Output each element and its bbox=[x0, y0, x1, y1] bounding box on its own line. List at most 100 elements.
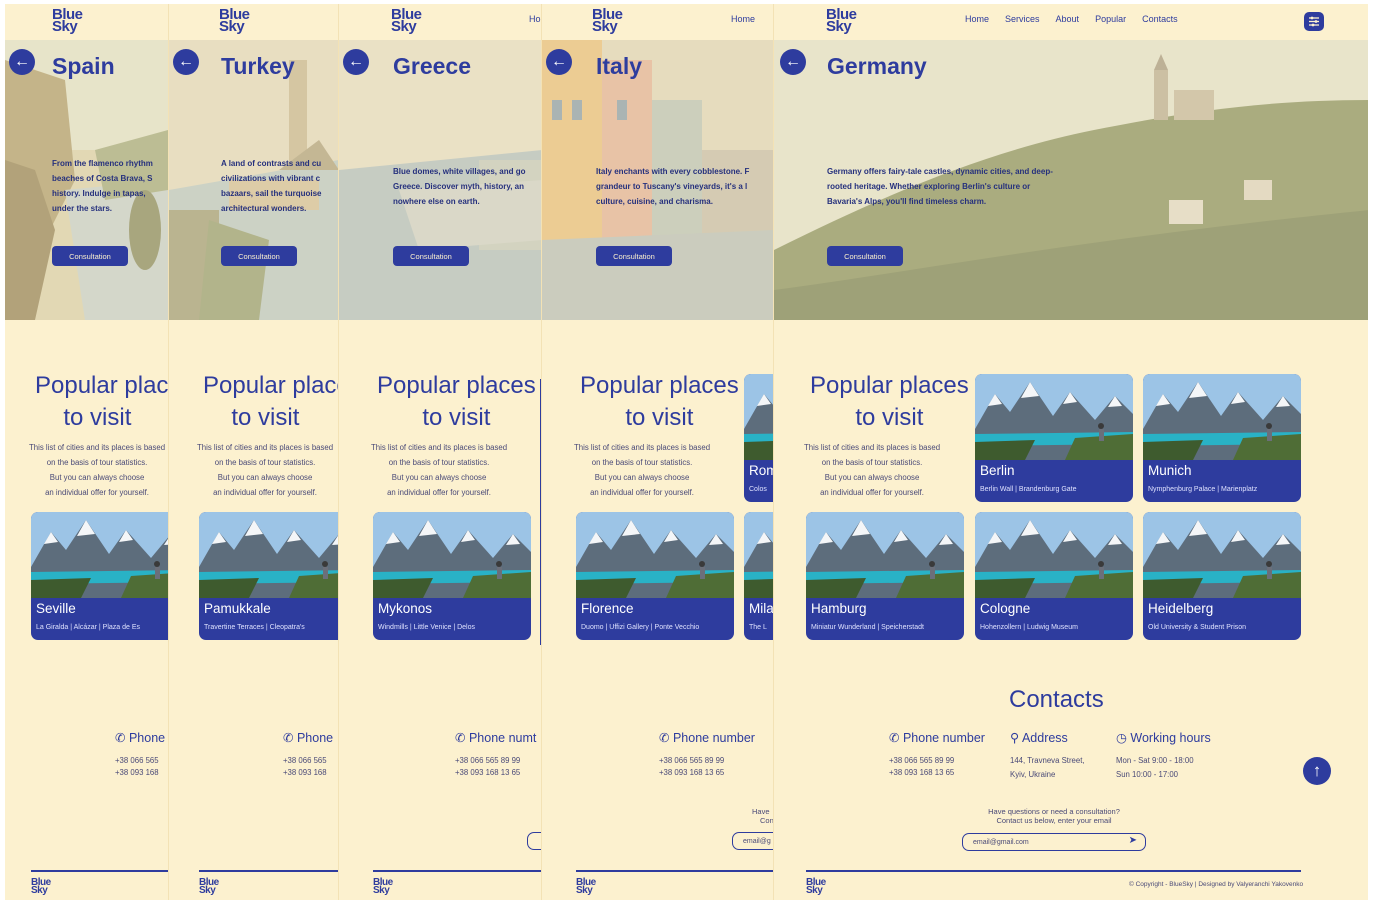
clock-icon: ◷ bbox=[1116, 731, 1127, 745]
popular-description: This list of cities and its places is ba… bbox=[804, 443, 941, 497]
nav-home[interactable]: Home bbox=[731, 14, 755, 24]
phone-label: ✆ Phone bbox=[115, 731, 166, 745]
consultation-button[interactable]: Consultation bbox=[827, 246, 903, 266]
hero-text: From the flamenco rhythm beaches of Cost… bbox=[52, 159, 153, 213]
phone-icon: ✆ bbox=[283, 731, 294, 745]
consultation-button[interactable]: Consultation bbox=[596, 246, 672, 266]
place-photo bbox=[975, 374, 1133, 460]
phone-icon: ✆ bbox=[115, 731, 126, 745]
place-card-cologne[interactable]: Cologne Hohenzollern | Ludwig Museum bbox=[975, 512, 1133, 640]
logo[interactable]: Blue Sky bbox=[826, 7, 857, 35]
email-input[interactable]: email@gmail.com ➤ bbox=[962, 833, 1146, 851]
logo[interactable]: Blue Sky bbox=[52, 7, 83, 35]
place-card-milan[interactable]: Mila The L bbox=[744, 512, 773, 640]
panel-turkey: Blue Sky ← Turkey A land of contrasts and… bbox=[168, 4, 338, 900]
hero-title: Italy bbox=[596, 53, 643, 79]
back-button[interactable]: ← bbox=[546, 49, 572, 75]
logo[interactable]: Blue Sky bbox=[391, 7, 422, 35]
nav-home[interactable]: Home bbox=[965, 14, 989, 24]
panel-spain: Blue Sky ← Spain From the flamenco rhythm… bbox=[5, 4, 168, 900]
address-label: ⚲ Address bbox=[1010, 731, 1068, 745]
navbar: Home Services About Popular Contacts bbox=[965, 14, 1178, 24]
footer-logo[interactable]: Blue Sky bbox=[373, 877, 393, 895]
footer-logo[interactable]: Blue Sky bbox=[31, 877, 51, 895]
consultation-button[interactable]: Consultation bbox=[393, 246, 469, 266]
phone-label: ✆ Phone number bbox=[659, 731, 755, 745]
popular-description: This list of cities and its places is ba… bbox=[371, 443, 508, 497]
screenshot-collage: Blue Sky ← Spain From the flamenco rhythm… bbox=[5, 4, 1368, 900]
contacts-title: Contacts bbox=[1009, 686, 1104, 713]
footer-divider bbox=[199, 870, 338, 872]
hero-text: Italy enchants with every cobblestone. F… bbox=[596, 167, 750, 206]
popular-description: This list of cities and its places is ba… bbox=[197, 443, 334, 497]
place-photo bbox=[1143, 374, 1301, 460]
back-button[interactable]: ← bbox=[780, 49, 806, 75]
place-card-mykonos[interactable]: Mykonos Windmills | Little Venice | Delo… bbox=[373, 512, 531, 640]
location-pin-icon: ⚲ bbox=[1010, 731, 1020, 745]
back-button[interactable]: ← bbox=[343, 49, 369, 75]
footer-logo[interactable]: Blue Sky bbox=[806, 877, 826, 895]
popular-description: This list of cities and its places is ba… bbox=[29, 443, 166, 497]
nav-about[interactable]: About bbox=[1056, 14, 1080, 24]
hero-title: Spain bbox=[52, 53, 115, 79]
consultation-button[interactable]: Consultation bbox=[52, 246, 128, 266]
back-button[interactable]: ← bbox=[9, 49, 35, 75]
footer-divider bbox=[576, 870, 773, 872]
place-card-berlin[interactable]: Berlin Berlin Wall | Brandenburg Gate bbox=[975, 374, 1133, 502]
place-card-pamukkale[interactable]: Pamukkale Travertine Terraces | Cleopatr… bbox=[199, 512, 338, 640]
place-photo bbox=[744, 512, 773, 598]
place-photo bbox=[373, 512, 531, 598]
hero-text: Germany offers fairy-tale castles, dynam… bbox=[827, 167, 1053, 206]
scroll-up-button[interactable]: ↑ bbox=[1303, 757, 1331, 785]
popular-description: This list of cities and its places is ba… bbox=[574, 443, 711, 497]
hero-title: Germany bbox=[827, 53, 927, 79]
contact-note: Have Con bbox=[752, 807, 773, 825]
phone-label: ✆ Phone bbox=[283, 731, 334, 745]
phone-label: ✆ Phone numt bbox=[455, 731, 537, 745]
nav-contacts[interactable]: Contacts bbox=[1142, 14, 1178, 24]
nav-popular[interactable]: Popular bbox=[1095, 14, 1126, 24]
email-input[interactable]: email@g bbox=[732, 832, 773, 850]
email-input[interactable] bbox=[527, 832, 541, 850]
panel-italy: Blue Sky Home ← Italy Italy enchants with… bbox=[541, 4, 773, 900]
place-photo bbox=[199, 512, 338, 598]
consultation-button[interactable]: Consultation bbox=[221, 246, 297, 266]
phone-icon: ✆ bbox=[455, 731, 466, 745]
back-button[interactable]: ← bbox=[173, 49, 199, 75]
hero-text: A land of contrasts and cu civilizations… bbox=[221, 159, 322, 213]
panel-greece: BlueSky Home ← Greece Blue domes, white … bbox=[338, 4, 541, 900]
logo[interactable]: Blue Sky bbox=[592, 7, 623, 35]
place-card-florence[interactable]: Florence Duomo | Uffizi Gallery | Ponte … bbox=[576, 512, 734, 640]
place-photo bbox=[975, 512, 1133, 598]
hero-title: Turkey bbox=[221, 53, 295, 79]
logo[interactable]: Blue Sky bbox=[219, 7, 250, 35]
popular-title: Popular placesto visit bbox=[377, 372, 536, 431]
nav-home[interactable]: Home bbox=[529, 14, 541, 24]
sliders-icon[interactable] bbox=[1304, 12, 1324, 31]
popular-title: Popular placesto visit bbox=[810, 372, 969, 431]
nav-services[interactable]: Services bbox=[1005, 14, 1040, 24]
hero-text: Blue domes, white villages, and go Greec… bbox=[393, 167, 526, 206]
send-arrow-icon[interactable]: ➤ bbox=[1129, 835, 1137, 846]
popular-title: Popular placesto visit bbox=[580, 372, 739, 431]
place-photo bbox=[1143, 512, 1301, 598]
place-card-hamburg[interactable]: Hamburg Miniatur Wunderland | Speicherst… bbox=[806, 512, 964, 640]
place-card-seville[interactable]: Seville La Giralda | Alcázar | Plaza de … bbox=[31, 512, 168, 640]
contact-note: Have questions or need a consultation? Co… bbox=[988, 807, 1120, 825]
place-card-munich[interactable]: Munich Nymphenburg Palace | Marienplatz bbox=[1143, 374, 1301, 502]
place-card-rome[interactable]: Rom Colos bbox=[744, 374, 773, 502]
phone-icon: ✆ bbox=[889, 731, 900, 745]
hero-title: Greece bbox=[393, 53, 472, 79]
popular-title: Popular placesto visit bbox=[203, 372, 338, 431]
hours-label: ◷ Working hours bbox=[1116, 731, 1211, 745]
place-photo bbox=[576, 512, 734, 598]
place-photo bbox=[744, 374, 773, 460]
phone-icon: ✆ bbox=[659, 731, 670, 745]
footer-logo[interactable]: Blue Sky bbox=[199, 877, 219, 895]
place-card-heidelberg[interactable]: Heidelberg Old University & Student Pris… bbox=[1143, 512, 1301, 640]
footer-logo[interactable]: Blue Sky bbox=[576, 877, 596, 895]
phone-label: ✆ Phone number bbox=[889, 731, 985, 745]
footer-divider bbox=[31, 870, 168, 872]
place-photo bbox=[806, 512, 964, 598]
panel-germany: Blue Sky Home Services About Popular Cont… bbox=[773, 4, 1368, 900]
